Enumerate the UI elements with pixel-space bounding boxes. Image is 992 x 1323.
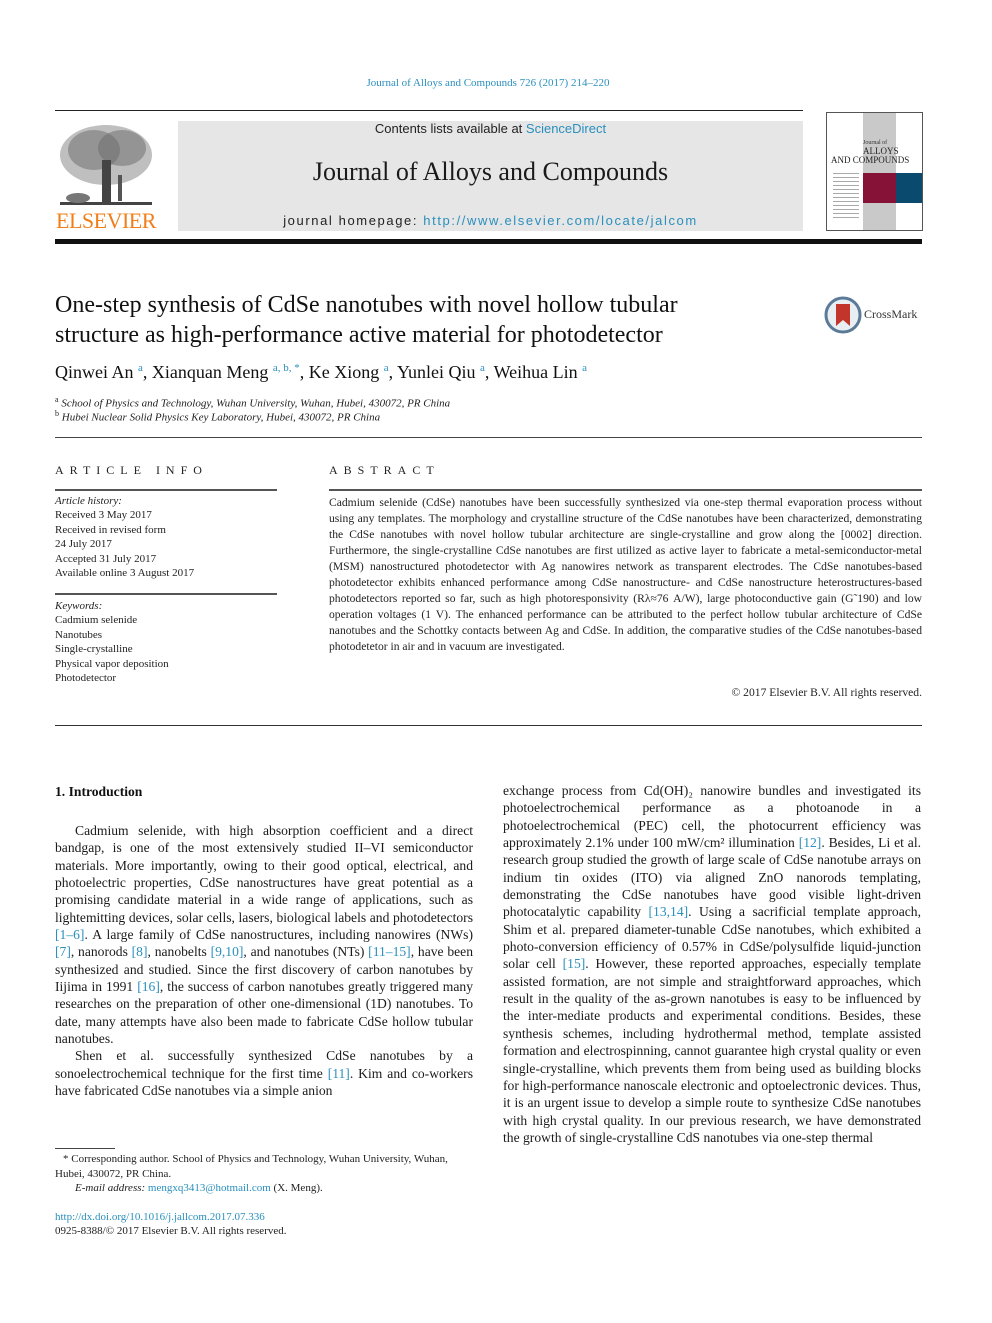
affiliation-b: b Hubei Nuclear Solid Physics Key Labora… [55, 409, 381, 424]
section-heading-introduction: 1. Introduction [55, 784, 143, 799]
crossmark-label: CrossMark [864, 307, 918, 321]
abstract-text: Cadmium selenide (CdSe) nanotubes have b… [329, 496, 922, 653]
email-label: E-mail address: [75, 1182, 148, 1194]
journal-banner: Contents lists available at ScienceDirec… [178, 121, 803, 231]
body-column-left: Cadmium selenide, with high absorption c… [55, 822, 473, 1100]
email-note: E-mail address: mengxq3413@hotmail.com (… [55, 1181, 493, 1196]
citation-link[interactable]: [9,10] [211, 944, 244, 959]
paragraph: exchange process from Cd(OH)₂ nanowire b… [503, 782, 921, 1146]
citation-link[interactable]: [16] [137, 979, 160, 994]
history-item: Accepted 31 July 2017 [55, 552, 157, 565]
crossmark-button[interactable]: CrossMark [824, 294, 924, 336]
journal-homepage: journal homepage: http://www.elsevier.co… [178, 213, 803, 228]
author[interactable]: Ke Xiong a [309, 362, 389, 382]
affiliation-a: a School of Physics and Technology, Wuha… [55, 395, 451, 410]
affiliation-mark[interactable]: a [582, 362, 587, 374]
citation-link[interactable]: [1–6] [55, 927, 84, 942]
elsevier-wordmark: ELSEVIER [56, 208, 156, 233]
paragraph-text: Cadmium selenide, with high absorption c… [55, 823, 473, 925]
sciencedirect-link[interactable]: ScienceDirect [526, 121, 606, 136]
cover-line2: ALLOYS [863, 146, 899, 156]
cover-blue-block [896, 173, 922, 203]
issn-copyright: 0925-8388/© 2017 Elsevier B.V. All right… [55, 1225, 287, 1237]
history-item: Received 3 May 2017 [55, 509, 152, 522]
divider [329, 489, 922, 491]
divider [55, 725, 922, 726]
abstract-heading: ABSTRACT [329, 463, 440, 477]
history-label: Article history: [55, 495, 122, 507]
paragraph-text: , nanobelts [147, 944, 211, 960]
journal-title: Journal of Alloys and Compounds [312, 157, 669, 186]
keyword: Photodetector [55, 672, 117, 685]
history-item: Available online 3 August 2017 [55, 567, 195, 580]
keyword: Cadmium selenide [55, 614, 138, 627]
author[interactable]: Weihua Lin a [494, 362, 587, 382]
paragraph-text: . A large family of CdSe nanostructures,… [84, 927, 473, 943]
divider [55, 593, 277, 595]
header-rule [55, 110, 803, 111]
history-item: 24 July 2017 [55, 538, 112, 551]
author-list: Qinwei An a, Xianquan Meng a, b, *, Ke X… [55, 362, 587, 382]
citation-link[interactable]: [13,14] [649, 904, 689, 919]
paragraph-text: . However, these reported approaches, es… [503, 956, 921, 1145]
divider [55, 437, 922, 438]
email-suffix: (X. Meng). [270, 1182, 323, 1194]
keyword: Single-crystalline [55, 643, 133, 656]
paragraph-text: , and nanotubes (NTs) [243, 944, 369, 960]
corresponding-author-note: * Corresponding author. School of Physic… [55, 1153, 448, 1180]
keywords-label: Keywords: [55, 600, 103, 612]
citation-link[interactable]: [12] [799, 835, 822, 850]
contents-prefix: Contents lists available at [374, 121, 526, 136]
crossmark-icon [824, 296, 862, 334]
history-item: Received in revised form [55, 523, 166, 536]
elsevier-logo[interactable]: ELSEVIER [54, 120, 158, 234]
citation-link[interactable]: [7] [55, 944, 71, 959]
homepage-link[interactable]: http://www.elsevier.com/locate/jalcom [423, 213, 698, 228]
citation-link[interactable]: [11–15] [368, 944, 411, 959]
title-line-2: structure as high-performance active mat… [55, 322, 663, 348]
citation-link[interactable]: [8] [132, 944, 148, 959]
author[interactable]: Xianquan Meng a, b, * [152, 362, 300, 382]
body-column-right: exchange process from Cd(OH)₂ nanowire b… [503, 782, 921, 1146]
article-title: One-step synthesis of CdSe nanotubes wit… [55, 290, 795, 350]
email-link[interactable]: mengxq3413@hotmail.com [148, 1182, 271, 1194]
affiliation-mark[interactable]: a, b, * [273, 362, 300, 374]
paragraph: Shen et al. successfully synthesized CdS… [55, 1047, 473, 1099]
author[interactable]: Qinwei An a [55, 362, 143, 382]
tree-icon [60, 125, 152, 205]
citation-link[interactable]: [15] [563, 956, 586, 971]
contents-line: Contents lists available at ScienceDirec… [178, 121, 803, 137]
keyword: Nanotubes [55, 628, 103, 641]
title-line-1: One-step synthesis of CdSe nanotubes wit… [55, 292, 678, 318]
footnote-rule [55, 1148, 115, 1149]
cover-toc-lines [833, 173, 859, 221]
homepage-label: journal homepage: [283, 213, 424, 228]
cover-band [863, 113, 896, 230]
cover-line3: AND COMPOUNDS [831, 155, 910, 165]
keywords: Keywords: Cadmium selenide Nanotubes Sin… [55, 599, 277, 685]
article-info-heading: ARTICLE INFO [55, 463, 208, 477]
author[interactable]: Yunlei Qiu a [397, 362, 485, 382]
paragraph-text: , nanorods [70, 944, 132, 960]
journal-citation-link[interactable]: Journal of Alloys and Compounds 726 (201… [0, 77, 976, 89]
article-history: Article history: Received 3 May 2017 Rec… [55, 494, 277, 580]
header-thick-rule [55, 239, 922, 244]
doi-link[interactable]: http://dx.doi.org/10.1016/j.jallcom.2017… [55, 1211, 265, 1223]
divider [55, 489, 277, 491]
journal-cover-thumbnail[interactable]: Journal of ALLOYS AND COMPOUNDS [826, 112, 923, 231]
abstract-copyright: © 2017 Elsevier B.V. All rights reserved… [731, 686, 922, 699]
citation-link[interactable]: [11] [328, 1066, 350, 1081]
keyword: Physical vapor deposition [55, 657, 169, 670]
cover-red-block [863, 173, 896, 203]
paragraph: Cadmium selenide, with high absorption c… [55, 822, 473, 1047]
